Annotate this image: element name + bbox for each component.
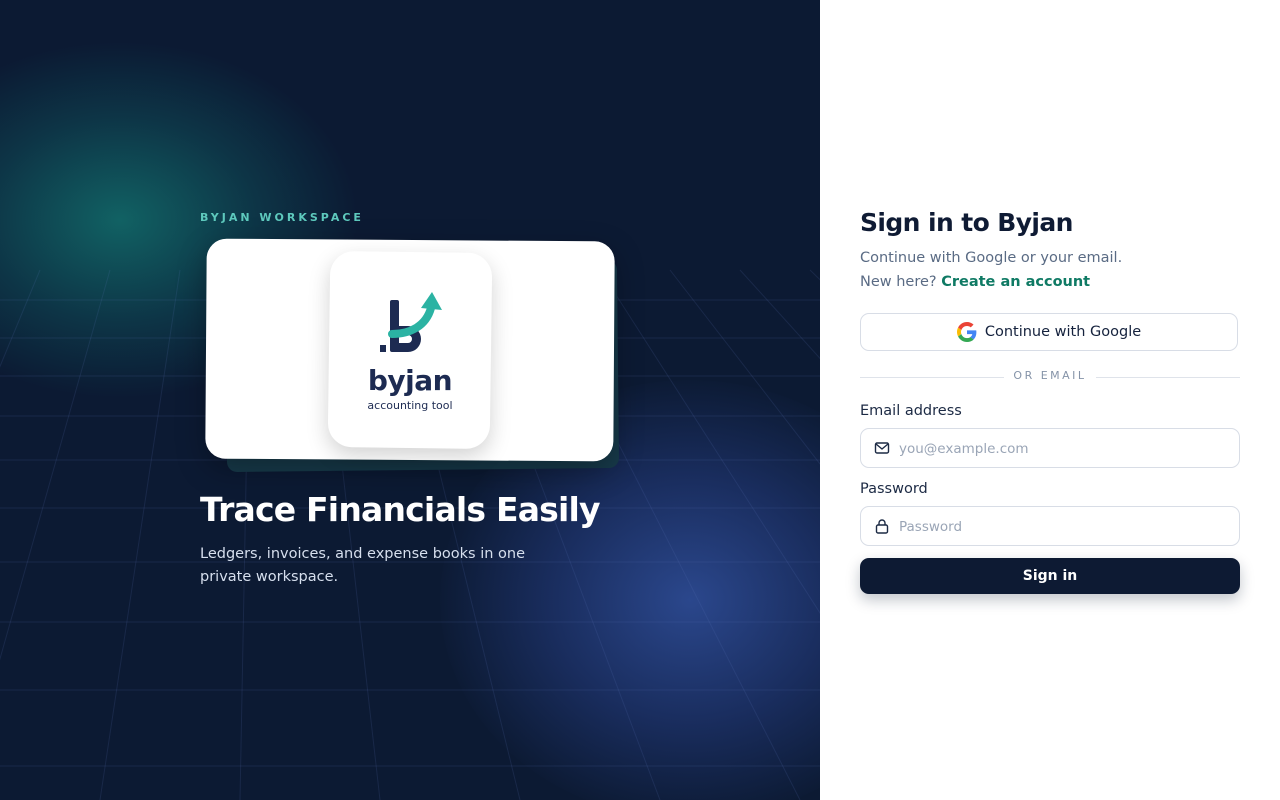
byjan-logo-icon (380, 292, 442, 352)
sign-in-button[interactable]: Sign in (860, 558, 1240, 594)
new-here-line: New here? Create an account (860, 274, 1090, 290)
new-here-text: New here? (860, 274, 937, 290)
password-field-wrapper (860, 506, 1240, 547)
email-label: Email address (860, 403, 962, 419)
mail-icon (874, 442, 890, 454)
divider-line-right (1096, 377, 1240, 378)
signin-subtitle: Continue with Google or your email. (860, 250, 1123, 266)
hero-description: Ledgers, invoices, and expense books in … (200, 546, 526, 585)
google-icon (956, 322, 977, 342)
create-account-link[interactable]: Create an account (941, 274, 1090, 290)
lock-icon (875, 519, 889, 534)
page-title: Sign in to Byjan (860, 208, 1073, 237)
password-input[interactable] (897, 507, 1231, 547)
password-label: Password (860, 481, 928, 497)
hero-title: Trace Financials Easily (200, 490, 601, 529)
email-field-wrapper (860, 428, 1240, 469)
logo-tagline: accounting tool (367, 399, 453, 412)
workspace-eyebrow: BYJAN WORKSPACE (200, 211, 364, 224)
logo-wordmark: byjan (367, 364, 453, 397)
email-input[interactable] (897, 429, 1231, 469)
or-email-divider: OR EMAIL (860, 369, 1240, 385)
signin-panel: Sign in to Byjan Continue with Google or… (820, 0, 1280, 800)
google-signin-button[interactable]: Continue with Google (860, 313, 1238, 351)
brand-panel: BYJAN WORKSPACE byjan accounting tool Tr… (0, 0, 820, 800)
google-button-label: Continue with Google (984, 324, 1142, 340)
divider-text: OR EMAIL (1013, 369, 1087, 382)
